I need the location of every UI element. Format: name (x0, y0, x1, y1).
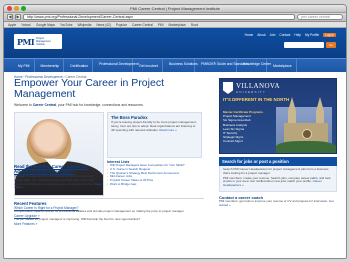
top-link-home[interactable]: Home (245, 33, 254, 37)
site-search-button[interactable]: Go (326, 42, 336, 48)
top-link-contact[interactable]: Contact (279, 33, 290, 37)
browser-search-field[interactable]: pmi career central (297, 14, 343, 20)
forward-button[interactable]: ▶ (15, 14, 21, 20)
login-button[interactable]: Log In (323, 33, 336, 37)
nav-item-my-pmi[interactable]: My PMI (14, 59, 35, 72)
zoom-window-button[interactable] (21, 6, 26, 11)
bookmark-item[interactable]: PMI (158, 22, 164, 27)
recent-features: Recent Features Which Career Is Right fo… (14, 198, 204, 226)
bookmark-item[interactable]: Yahoo! (21, 22, 31, 27)
browser-toolbar: ◀ ▶ http://www.pmi.org/Professional-Deve… (4, 13, 346, 22)
bookmark-item[interactable]: YouTube (60, 22, 73, 27)
site-header: PMI Project Management Institute Home Ab… (4, 28, 346, 58)
career-coach-section: Contact a career coach PMI members: get … (219, 195, 337, 208)
main-navigation: My PMI Membership Certification Professi… (4, 58, 346, 72)
bookmark-item[interactable]: Google Maps (36, 22, 55, 27)
pmi-logo[interactable]: PMI Project Management Institute (14, 34, 62, 49)
nav-item-membership[interactable]: Membership (37, 59, 65, 72)
intro-text: Welcome to Career Central, your PMI hub … (14, 103, 144, 107)
jobs-heading[interactable]: Search for jobs or post a position (222, 159, 334, 164)
nav-item-get-involved[interactable]: Get Involved (135, 59, 164, 72)
interest-list-item[interactable]: Work to Bridge Gap (107, 182, 202, 187)
page-title: Empower Your Career in Project Managemen… (14, 77, 164, 100)
bookmark-item[interactable]: Marketplace (168, 22, 185, 27)
jobs-box-header: Search for jobs or post a position (219, 157, 337, 166)
box-read-more-link[interactable]: Read more » (159, 128, 176, 132)
nav-item-marketplace[interactable]: Marketplace (269, 59, 297, 72)
rose-window (302, 129, 312, 139)
villanova-name: VILLANOVA (236, 82, 280, 90)
bookmark-item[interactable]: Career Central (132, 22, 153, 27)
middle-column: The Boss Paradox If you're leaving proje… (107, 112, 202, 187)
logo-subtitle: Project Management Institute (36, 37, 51, 46)
villanova-program-list: Master Certificate Programs Project Mana… (223, 110, 273, 144)
jobs-text-1: Search PMI Career Headquarters for proje… (223, 167, 329, 175)
trees (276, 141, 336, 153)
intro-highlight: Career Central (32, 103, 57, 107)
jobs-box: Search PMI Career Headquarters for proje… (219, 166, 337, 192)
bookmark-item[interactable]: Apple (8, 22, 16, 27)
nav-item-certification[interactable]: Certification (66, 59, 94, 72)
top-link-join[interactable]: Join (270, 33, 276, 37)
villanova-headline: IT'S DIFFERENT IN THE NORTH (223, 97, 290, 102)
jobs-text-2: PMI members: create your resume. Search … (223, 175, 331, 188)
bookmark-item[interactable]: Wikipedia (78, 22, 92, 27)
bookmark-item[interactable]: Popular (116, 22, 127, 27)
web-page: PMI Project Management Institute Home Ab… (4, 28, 346, 258)
bookmark-item[interactable]: News (42) (96, 22, 111, 27)
title-bar: PMI Career Central | Project Management … (4, 5, 346, 13)
villanova-university-label: UNIVERSITY (236, 90, 267, 94)
nav-item-business-solutions[interactable]: Business Solutions (165, 59, 198, 72)
nav-item-professional-development[interactable]: Professional Development (95, 59, 139, 72)
window-title: PMI Career Central | Project Management … (130, 6, 220, 11)
feature-description: Whether it's keeping up with business tr… (14, 174, 102, 190)
window-controls (7, 6, 26, 11)
box-text: If you're leaving project-friendly to be… (111, 120, 197, 132)
back-button[interactable]: ◀ (7, 14, 13, 20)
address-bar[interactable]: http://www.pmi.org/Professional-Developm… (23, 14, 295, 20)
villanova-shield-icon (223, 82, 233, 94)
top-link-help[interactable]: Help (294, 33, 301, 37)
career-coach-text: PMI members: get tools to improve your r… (219, 198, 334, 207)
face-shape (29, 119, 69, 159)
top-link-profile[interactable]: My Profile (305, 33, 319, 37)
site-search-input[interactable] (284, 42, 324, 48)
top-link-about[interactable]: About (257, 33, 265, 37)
close-window-button[interactable] (7, 6, 12, 11)
nav-item-pmbok-guide[interactable]: PMBOK® Guide and Standards (197, 59, 249, 72)
bookmark-item[interactable]: Rcvd (191, 22, 198, 27)
utility-links: Home About Join Contact Help My Profile … (245, 33, 336, 37)
minimize-window-button[interactable] (14, 6, 19, 11)
browser-window: PMI Career Central | Project Management … (3, 4, 347, 259)
logo-mark: PMI (17, 36, 35, 47)
feature-headline-link[interactable]: Read the Experts: Career Advice for Adva… (14, 164, 99, 174)
villanova-ad-banner[interactable]: VILLANOVA UNIVERSITY IT'S DIFFERENT IN T… (219, 78, 337, 154)
program-item: Contract Mgmt (223, 139, 243, 144)
boss-paradox-box: The Boss Paradox If you're leaving proje… (107, 112, 202, 158)
more-features-link[interactable]: More Features » (14, 222, 204, 226)
sidebar: VILLANOVA UNIVERSITY IT'S DIFFERENT IN T… (219, 78, 337, 208)
nav-item-knowledge-center[interactable]: Knowledge Center (239, 59, 271, 72)
recent-feature-desc-1: Compensation salaries advise us professi… (14, 209, 185, 213)
main-content: Empower Your Career in Project Managemen… (14, 77, 204, 196)
site-search: Go (284, 42, 336, 48)
